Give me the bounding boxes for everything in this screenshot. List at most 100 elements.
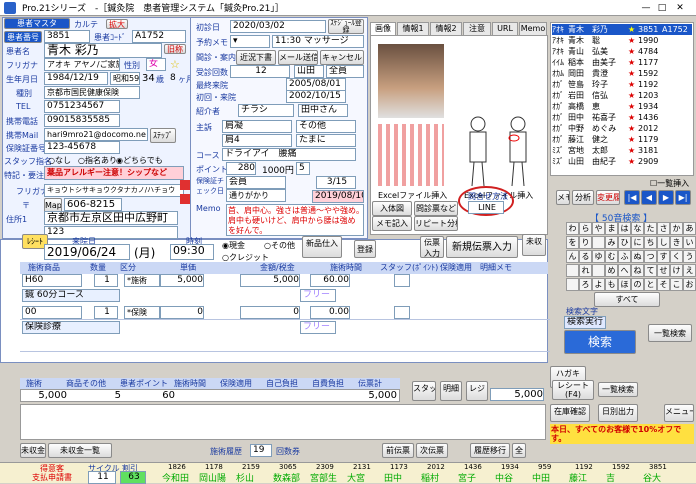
discount-field[interactable]: 63 <box>120 471 146 484</box>
sales-staff-field[interactable]: フリー <box>300 289 336 302</box>
patient-name-field[interactable]: 青木 彩乃 <box>44 43 162 58</box>
patient-no-field[interactable]: 3851 <box>44 30 90 43</box>
footer-patient-name[interactable]: 大宮 <box>347 471 383 484</box>
address2-field[interactable]: 123 <box>44 226 178 239</box>
kana-key[interactable] <box>566 264 579 277</box>
memo-field[interactable]: 首、肩中心。強さは普通～やや強め。 肩中も硬いけど、肩中から腰は強めを好んで。 <box>226 204 364 236</box>
sale-date-field[interactable]: 2019/06/24 <box>44 244 130 260</box>
kana-key[interactable]: れ <box>579 264 592 277</box>
sales-amount-field[interactable]: 0 <box>240 306 300 319</box>
tel-field[interactable]: 0751234567 <box>44 100 120 113</box>
tab-image[interactable]: 画像 <box>370 22 396 35</box>
kana-key[interactable]: い <box>683 236 696 249</box>
chart-thumbnail[interactable] <box>378 124 444 186</box>
tab-notes[interactable]: 注意 <box>463 22 491 35</box>
slip-input-button[interactable]: 伝票入力 <box>420 236 444 258</box>
first-visit-field[interactable]: 2020/03/02 <box>230 20 326 33</box>
new-stock-button[interactable]: 新品仕入 <box>302 236 342 258</box>
register-lookup-button[interactable]: レジ <box>466 381 488 401</box>
post-field[interactable]: 606-8215 <box>64 198 122 211</box>
cancel-button[interactable]: キャンセル <box>320 50 364 65</box>
kana-key[interactable]: う <box>683 250 696 263</box>
memo-entry-button[interactable]: メモ記入 <box>372 216 412 231</box>
sales-qty-field[interactable]: 1 <box>94 306 118 319</box>
kana-key[interactable]: て <box>644 264 657 277</box>
kana-key[interactable]: ろ <box>579 278 592 291</box>
receipt-button[interactable]: レシート(F4) <box>552 380 594 400</box>
footer-patient-name[interactable]: 田中 <box>384 471 420 484</box>
maximize-icon[interactable]: □ <box>656 2 668 14</box>
member-type-field[interactable]: 通りがかり <box>226 189 286 202</box>
tab-memo[interactable]: Memo <box>519 22 547 35</box>
gender-field[interactable]: 女 <box>146 58 166 71</box>
patient-list-row[interactable]: ｵｶﾑ 岡田 貴澄 ★ 1592 <box>552 68 692 79</box>
sale-time-field[interactable]: 09:30 <box>170 244 214 260</box>
sales-price-field[interactable]: 0 <box>160 306 204 319</box>
address-field[interactable]: 京都市左京区田中広野町 <box>44 211 178 225</box>
sales-item-field[interactable]: 鍼 60分コース <box>22 289 120 302</box>
pay-radio-cash[interactable]: ◉現金 <box>222 240 245 251</box>
kana-key[interactable]: こ <box>670 278 683 291</box>
grand-total-field[interactable]: 5,000 <box>490 388 544 401</box>
kana-key[interactable]: よ <box>592 278 605 291</box>
kana-key[interactable]: と <box>644 278 657 291</box>
patient-master-tab[interactable]: 患者マスタ <box>4 18 70 29</box>
step-mail-button[interactable]: ｽﾃｯﾌﾟ <box>150 128 176 143</box>
analysis-button[interactable]: 分析 <box>572 190 594 205</box>
patient-list-row[interactable]: ﾐｽﾞ 宮地 太郎 ★ 3181 <box>552 145 692 156</box>
kana-key[interactable]: あ <box>683 222 696 235</box>
symptom3-field[interactable]: その他 <box>296 120 356 133</box>
kana-key[interactable]: ふ <box>618 250 631 263</box>
kana-key[interactable]: り <box>579 236 592 249</box>
email-field[interactable]: hari9mro21@docomo.ne <box>44 128 148 141</box>
kana-key[interactable]: ま <box>605 222 618 235</box>
detail-button[interactable]: 明細 <box>440 381 462 401</box>
stock-check-button[interactable]: 在庫確認 <box>550 404 590 422</box>
daily-output-button[interactable]: 日別出力 <box>598 404 638 422</box>
kana-key[interactable]: る <box>579 250 592 263</box>
schedule-register-button[interactable]: ｽｹｼﾞｭｰﾙ登録 <box>328 19 364 34</box>
kana-key[interactable]: を <box>566 236 579 249</box>
star-icon[interactable]: ☆ <box>170 58 180 71</box>
symptom2-field[interactable]: 肩4 <box>222 134 292 147</box>
footer-patient-name[interactable]: 岡山陽 <box>199 471 235 484</box>
kana-key[interactable]: さ <box>657 222 670 235</box>
sales-staff-field[interactable]: フリー <box>300 321 336 334</box>
first-record-button[interactable]: |◀ <box>624 190 640 205</box>
footer-patient-name[interactable]: 宮子 <box>458 471 494 484</box>
kana-key[interactable]: も <box>605 278 618 291</box>
symptom-field[interactable]: 肩凝 <box>222 120 292 133</box>
patient-list-row[interactable]: ﾐｽﾞ 山田 由紀子 ★ 2909 <box>552 156 692 167</box>
unpaid-list-button[interactable]: 未収金一覧 <box>48 443 112 458</box>
sales-item-field[interactable]: 保険診療 <box>22 321 120 334</box>
all-button[interactable]: すべて <box>594 292 660 307</box>
kana-key[interactable]: へ <box>618 264 631 277</box>
kana-key[interactable]: そ <box>657 278 670 291</box>
kana-key[interactable]: お <box>683 278 696 291</box>
bulk-insert-checkbox[interactable]: ☐一覧挿入 <box>650 178 689 189</box>
kana-key[interactable]: せ <box>657 264 670 277</box>
kana-key[interactable]: の <box>631 278 644 291</box>
former-name-button[interactable]: 旧称 <box>164 44 186 54</box>
footer-patient-name[interactable]: 谷大 <box>643 471 679 484</box>
kana-key[interactable]: ほ <box>618 278 631 291</box>
slip-delete-button[interactable]: 未収金一覧 <box>20 443 46 458</box>
patient-list-row[interactable]: ｵｶﾞ 藤江 健之 ★ 1179 <box>552 134 692 145</box>
patient-list-row[interactable]: ｱｵｷ 青山 弘美 ★ 4784 <box>552 46 692 57</box>
kana-key[interactable]: な <box>631 222 644 235</box>
sales-insurance-checkbox[interactable] <box>394 274 410 287</box>
expand-button[interactable]: 拡大 <box>106 19 128 29</box>
patient-kana-field[interactable]: アオキ アヤノ/ご家族 <box>44 58 120 71</box>
first-date-field[interactable]: 2002/10/15 <box>286 90 346 103</box>
kana-key[interactable] <box>566 278 579 291</box>
kana-key[interactable]: つ <box>644 250 657 263</box>
close-icon[interactable]: ✕ <box>674 2 686 14</box>
sales-amount-field[interactable]: 5,000 <box>240 274 300 287</box>
sales-kind-field[interactable]: *保険 <box>124 306 160 319</box>
history-move-button[interactable]: 履歴移行 <box>470 443 510 458</box>
type-field[interactable]: 京都市国民健康保険 <box>44 86 140 99</box>
sales-kind-field[interactable]: *施術 <box>124 274 160 287</box>
list-lookup-button[interactable]: 一覧検索 <box>598 382 638 397</box>
next-date-field[interactable]: 3/15 <box>316 176 356 189</box>
next-record-button[interactable]: ▶ <box>658 190 674 205</box>
